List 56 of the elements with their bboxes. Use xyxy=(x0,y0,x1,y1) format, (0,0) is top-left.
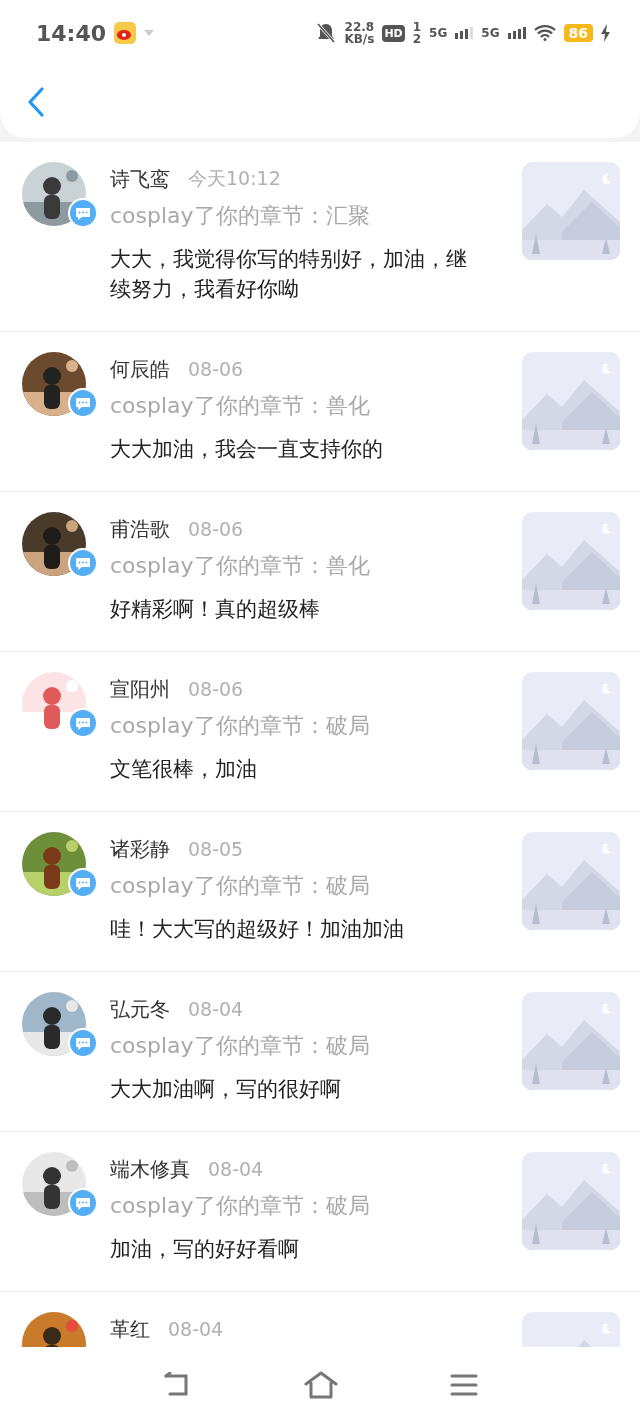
activity-text: cosplay了你的章节：破局 xyxy=(110,712,371,740)
activity-text: cosplay了你的章节：汇聚 xyxy=(110,202,371,230)
chat-bubble-icon xyxy=(68,868,98,898)
comment-text: 大大，我觉得你写的特别好，加油，继续努力，我看好你呦 xyxy=(110,246,468,303)
activity-text: cosplay了你的章节：破局 xyxy=(110,1032,371,1060)
comment-text: 文笔很棒，加油 xyxy=(110,756,258,783)
menu-icon xyxy=(450,1372,478,1397)
activity-text: cosplay了你的章节：兽化 xyxy=(110,552,371,580)
user-name: 甫浩歌 xyxy=(110,515,170,543)
network-type: 5G xyxy=(429,27,448,39)
timestamp: 08-06 xyxy=(188,358,244,380)
activity-text: cosplay了你的章节：破局 xyxy=(110,1192,371,1220)
chat-bubble-icon xyxy=(68,388,98,418)
speed-unit: KB/s xyxy=(344,33,375,45)
sim-number: 2 xyxy=(412,33,422,45)
comment-text: 大大加油，我会一直支持你的 xyxy=(110,436,384,463)
comment-text: 大大加油啊，写的很好啊 xyxy=(110,1076,342,1103)
user-name: 诗飞鸾 xyxy=(110,165,170,193)
timestamp: 今天10:12 xyxy=(188,166,281,191)
wifi-icon xyxy=(533,25,556,41)
home-icon xyxy=(304,1370,338,1399)
user-name: 弘元冬 xyxy=(110,995,170,1023)
hd-label: HD xyxy=(382,24,405,42)
timestamp: 08-04 xyxy=(188,998,244,1020)
charging-icon xyxy=(601,24,610,42)
chat-bubble-icon xyxy=(68,1028,98,1058)
back-icon xyxy=(26,86,46,118)
chat-bubble-icon xyxy=(68,1188,98,1218)
chat-bubble-icon xyxy=(68,548,98,578)
comment-text: 好精彩啊！真的超级棒 xyxy=(110,596,321,623)
timestamp: 08-06 xyxy=(188,518,244,540)
user-name: 革红 xyxy=(110,1315,150,1343)
chat-bubble-icon xyxy=(68,708,98,738)
user-name: 何辰皓 xyxy=(110,355,170,383)
sim-number: 1 xyxy=(412,21,422,33)
timestamp: 08-04 xyxy=(208,1158,264,1180)
signal-icon xyxy=(507,27,526,39)
user-name: 宣阳州 xyxy=(110,675,170,703)
dropdown-icon xyxy=(144,30,155,36)
timestamp: 08-05 xyxy=(188,838,244,860)
activity-text: cosplay了你的章节：兽化 xyxy=(110,392,371,420)
user-name: 端木修真 xyxy=(110,1155,190,1183)
status-time: 14:40 xyxy=(36,20,107,46)
battery-level: 86 xyxy=(563,24,593,42)
timestamp: 08-04 xyxy=(168,1318,224,1340)
activity-text: cosplay了你的章节：破局 xyxy=(110,872,371,900)
speed-value: 22.8 xyxy=(344,21,375,33)
signal-icon xyxy=(455,27,474,39)
comment-text: 加油，写的好好看啊 xyxy=(110,1236,300,1263)
network-type: 5G xyxy=(481,27,500,39)
chat-bubble-icon xyxy=(68,198,98,228)
app-icon xyxy=(114,22,137,44)
comment-text: 哇！大大写的超级好！加油加油 xyxy=(110,916,405,943)
mute-icon xyxy=(316,22,337,44)
user-name: 诸彩静 xyxy=(110,835,170,863)
timestamp: 08-06 xyxy=(188,678,244,700)
